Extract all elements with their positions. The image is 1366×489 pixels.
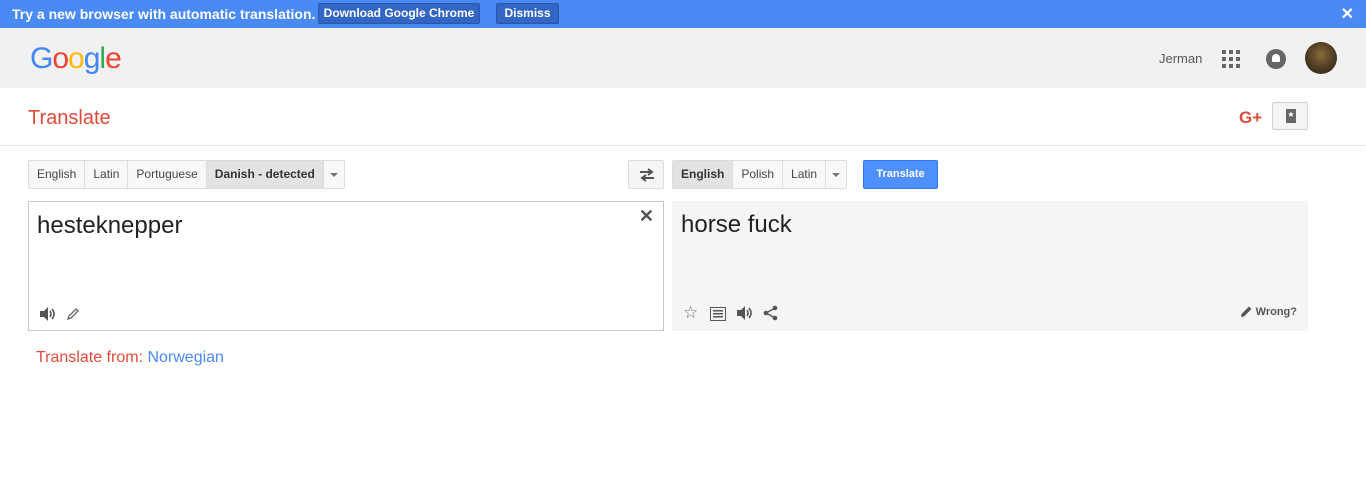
speaker-icon[interactable] [39,306,57,322]
source-text[interactable]: hesteknepper [37,212,182,240]
translation-result-area: horse fuck ☆ Wrong? [672,201,1308,331]
download-chrome-button[interactable]: Download Google Chrome [318,3,480,24]
apps-grid-icon[interactable] [1222,50,1240,68]
source-text-area[interactable]: hesteknepper ✕ [28,201,664,331]
wrong-label: Wrong? [1255,305,1297,318]
swap-icon [640,168,654,182]
translate-from-suggestion: Translate from: Norwegian [36,349,224,367]
target-lang-dropdown-icon[interactable] [826,161,846,188]
notifications-bell-icon[interactable] [1266,49,1286,69]
page-title[interactable]: Translate [28,107,111,130]
logo-letter: o [52,42,69,75]
translate-button[interactable]: Translate [863,160,938,189]
pencil-icon [1240,306,1252,317]
source-lang-latin[interactable]: Latin [85,161,129,188]
google-logo[interactable]: Google [30,42,122,76]
source-language-bar: English Latin Portuguese Danish - detect… [28,160,345,189]
promo-text: Try a new browser with automatic transla… [12,6,316,22]
translate-from-prefix: Translate from: [36,349,143,366]
pencil-icon[interactable] [66,307,80,321]
username[interactable]: Jerman [1159,51,1202,66]
source-lang-detected[interactable]: Danish - detected [206,161,324,188]
phrasebook-button[interactable] [1272,102,1308,130]
avatar[interactable] [1305,42,1337,74]
close-icon[interactable]: ✕ [1341,4,1354,24]
swap-languages-button[interactable] [628,160,664,189]
target-lang-polish[interactable]: Polish [733,161,784,188]
star-icon[interactable]: ☆ [683,303,698,323]
target-language-bar: English Polish Latin [672,160,848,189]
target-lang-latin[interactable]: Latin [783,161,827,188]
translate-subheader: Translate G+ [0,88,1366,146]
dictionary-list-icon[interactable] [710,307,726,321]
speaker-icon[interactable] [736,305,754,321]
promo-bar: Try a new browser with automatic transla… [0,0,1366,28]
dismiss-button[interactable]: Dismiss [496,3,559,24]
logo-letter: g [83,42,101,75]
logo-letter: G [30,42,53,75]
translation-text: horse fuck [681,211,792,238]
logo-letter: o [68,42,85,75]
logo-letter: e [105,42,122,75]
google-plus-icon[interactable]: G+ [1239,108,1262,128]
source-lang-portuguese[interactable]: Portuguese [128,161,207,188]
google-header: Google Jerman [0,28,1366,88]
source-lang-english[interactable]: English [29,161,86,188]
wrong-feedback-link[interactable]: Wrong? [1240,305,1297,318]
suggested-language-link[interactable]: Norwegian [147,349,223,366]
target-lang-english[interactable]: English [673,161,734,188]
share-icon[interactable] [763,305,779,321]
source-lang-dropdown-icon[interactable] [324,161,344,188]
clear-icon[interactable]: ✕ [639,206,654,227]
